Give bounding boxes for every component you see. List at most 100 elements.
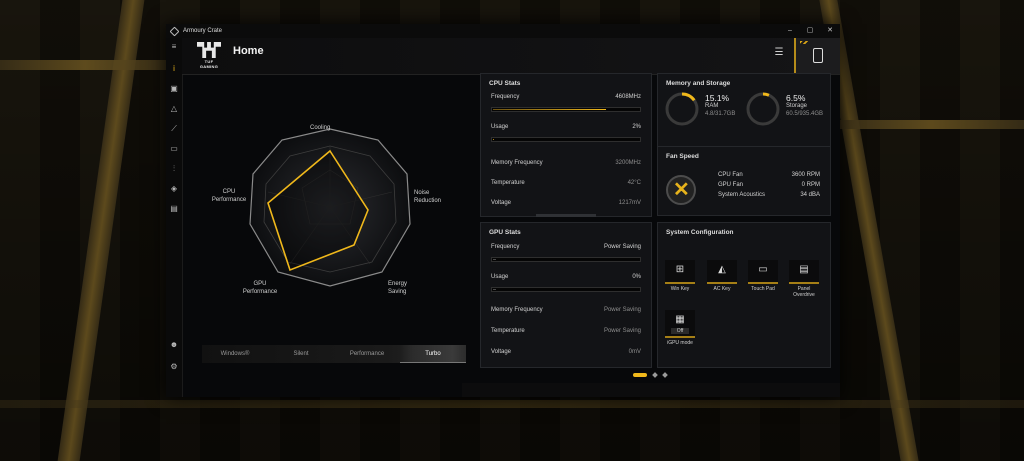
gpu-usage-label: Usage <box>491 274 509 280</box>
notes-icon[interactable]: ☰ <box>772 46 786 60</box>
device-button[interactable] <box>794 38 840 74</box>
gpu-voltage-label: Voltage <box>491 349 512 355</box>
win-key-label: Win Key <box>670 286 690 292</box>
gpu-fan-row: GPU Fan 0 RPM <box>718 182 820 188</box>
mode-performance[interactable]: Performance <box>334 345 400 363</box>
settings-icon[interactable]: ⚙ <box>169 362 179 372</box>
system-icon[interactable]: ⫶ <box>169 164 179 174</box>
cpu-fan-row: CPU Fan 3600 RPM <box>718 172 820 178</box>
cpu-frequency-label: Frequency <box>491 94 520 100</box>
close-button[interactable]: ✕ <box>820 24 840 38</box>
brand-label: TUF GAMING <box>199 59 219 69</box>
gpu-usage-value: 0% <box>632 274 641 280</box>
bottom-decoration <box>462 383 840 397</box>
gpu-temperature-value: Power Saving <box>603 328 641 334</box>
page-dot[interactable] <box>662 372 668 378</box>
page-header: TUF GAMING Home ☰ <box>182 38 840 75</box>
cpu-temperature-row: Temperature 42°C <box>491 180 641 186</box>
igpu-mode-toggle[interactable]: ▦ Off iGPU mode <box>664 310 696 346</box>
storage-percent: 6.5% <box>786 93 806 103</box>
user-icon[interactable]: ☻ <box>169 340 179 350</box>
panel-overdrive-label: Panel Overdrive <box>793 286 815 298</box>
devices-icon[interactable]: ▣ <box>169 84 179 94</box>
armoury-key-icon: ◭ <box>707 260 737 284</box>
gpu-memory-frequency-label: Memory Frequency <box>491 307 543 313</box>
gpu-fan-label: GPU Fan <box>718 182 744 188</box>
page-dot[interactable] <box>652 372 658 378</box>
tag-icon[interactable]: ◈ <box>169 184 179 194</box>
ac-key-toggle[interactable]: ◭ AC Key <box>706 260 738 292</box>
win-key-toggle[interactable]: ⊞ Win Key <box>664 260 696 292</box>
gpu-frequency-value: Power Saving <box>603 244 641 250</box>
page-indicator <box>633 372 668 378</box>
aura-icon[interactable]: △ <box>169 104 179 114</box>
window-title: Armoury Crate <box>183 28 223 34</box>
title-bar: Armoury Crate – ▢ ✕ <box>166 24 840 38</box>
memory-storage-title: Memory and Storage <box>666 80 731 87</box>
gpu-voltage-value: 0mV <box>628 349 641 355</box>
cpu-usage-fill <box>493 139 494 140</box>
gpu-frequency-fill <box>493 259 496 260</box>
mode-radar-chart <box>249 128 411 287</box>
touch-pad-label: Touch Pad <box>751 286 775 292</box>
page-title: Home <box>233 45 264 57</box>
fan-icon: ✕ <box>666 175 696 205</box>
cpu-frequency-fill <box>493 109 607 110</box>
mode-silent[interactable]: Silent <box>268 345 334 363</box>
cpu-voltage-value: 1217mV <box>618 200 641 206</box>
media-icon[interactable]: ▭ <box>169 144 179 154</box>
cpu-usage-label: Usage <box>491 124 509 130</box>
app-window: Armoury Crate – ▢ ✕ ≡ i ▣ △ ⟋ ▭ ⫶ ◈ ▤ ☻ … <box>166 24 840 397</box>
cpu-memory-frequency-label: Memory Frequency <box>491 160 543 166</box>
scenario-icon[interactable]: ⟋ <box>169 124 179 134</box>
cpu-usage-value: 2% <box>632 124 641 130</box>
cpu-frequency-row: Frequency 4608MHz <box>491 94 641 100</box>
cpu-temperature-value: 42°C <box>627 180 641 186</box>
axis-cooling: Cooling <box>310 125 331 131</box>
cpu-usage-bar <box>491 137 641 142</box>
ac-key-label: AC Key <box>713 286 731 292</box>
gpu-usage-bar <box>491 287 641 292</box>
panel-overdrive-toggle[interactable]: ▤ Panel Overdrive <box>788 260 820 298</box>
background-beam <box>0 400 1024 408</box>
touch-pad-toggle[interactable]: ▭ Touch Pad <box>747 260 779 292</box>
sidebar: ≡ i ▣ △ ⟋ ▭ ⫶ ◈ ▤ ☻ ⚙ <box>166 38 183 397</box>
cpu-memory-frequency-value: 3200MHz <box>615 160 641 166</box>
background-beam <box>840 120 1024 129</box>
gpu-usage-fill <box>493 289 496 290</box>
cpu-fan-label: CPU Fan <box>718 172 743 178</box>
cpu-stats-title: CPU Stats <box>489 80 521 87</box>
gpu-stats-title: GPU Stats <box>489 229 521 236</box>
info-icon[interactable]: i <box>169 64 179 74</box>
mode-windows[interactable]: Windows® <box>202 345 268 363</box>
mode-turbo[interactable]: Turbo <box>400 345 466 363</box>
minimize-button[interactable]: – <box>780 24 800 38</box>
acoustics-value: 34 dBA <box>800 192 820 198</box>
monitor-icon[interactable]: ▤ <box>169 204 179 214</box>
gpu-stats-card: GPU Stats Frequency Power Saving Usage 0… <box>480 222 652 368</box>
tuf-logo: TUF GAMING <box>195 42 223 69</box>
cpu-temperature-label: Temperature <box>491 180 525 186</box>
ram-percent: 15.1% <box>705 93 730 103</box>
fan-speed-card: Fan Speed ✕ CPU Fan 3600 RPM GPU Fan 0 R… <box>657 146 831 216</box>
cpu-fan-value: 3600 RPM <box>791 172 820 178</box>
touchpad-icon: ▭ <box>748 260 778 284</box>
menu-icon[interactable]: ≡ <box>169 42 179 52</box>
axis-energy-saving: Energy Saving <box>388 281 408 295</box>
acoustics-row: System Acoustics 34 dBA <box>718 192 820 198</box>
windows-icon: ⊞ <box>665 260 695 284</box>
system-config-card: System Configuration ⊞ Win Key ◭ AC Key … <box>657 222 831 368</box>
card-notch <box>536 214 596 217</box>
ram-gauge <box>665 92 699 126</box>
page-dot-active[interactable] <box>633 373 647 377</box>
maximize-button[interactable]: ▢ <box>800 24 820 38</box>
storage-info: 6.5% Storage 60.5/935.4GB <box>786 94 823 118</box>
gpu-memory-frequency-value: Power Saving <box>603 307 641 313</box>
cpu-voltage-row: Voltage 1217mV <box>491 200 641 206</box>
gpu-frequency-label: Frequency <box>491 244 520 250</box>
cpu-frequency-bar <box>491 107 641 112</box>
gpu-fan-value: 0 RPM <box>801 182 820 188</box>
system-config-title: System Configuration <box>666 229 734 236</box>
cpu-frequency-value: 4608MHz <box>615 94 641 100</box>
gpu-frequency-bar <box>491 257 641 262</box>
